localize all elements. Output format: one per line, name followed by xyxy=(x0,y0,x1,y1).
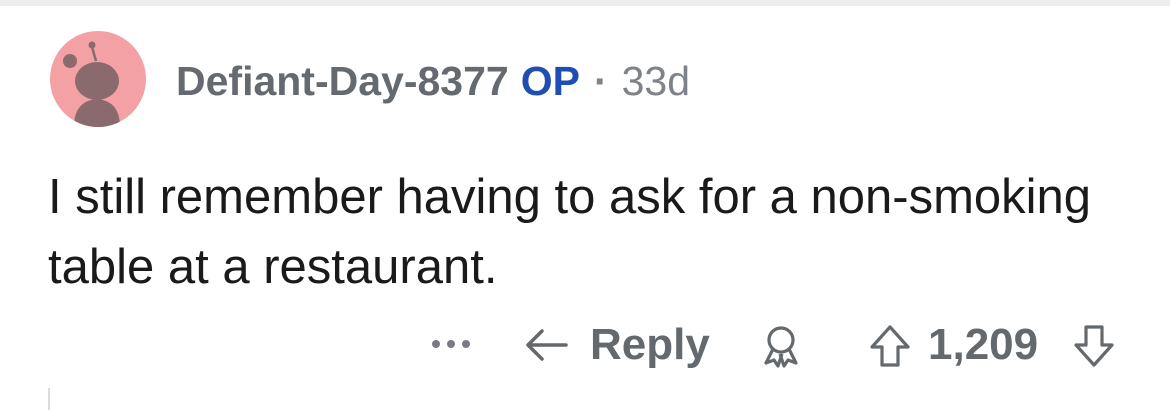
username[interactable]: Defiant-Day-8377 xyxy=(176,56,509,106)
avatar[interactable] xyxy=(50,31,146,127)
comment-actions: Reply 1,209 xyxy=(0,318,1170,372)
comment-body: I still remember having to ask for a non… xyxy=(48,170,1092,294)
thread-line xyxy=(48,388,50,410)
award-icon[interactable] xyxy=(758,323,804,369)
reply-arrow-icon xyxy=(526,329,568,361)
separator-dot: · xyxy=(593,58,608,104)
comment-age: 33d xyxy=(621,58,691,104)
op-badge: OP xyxy=(520,58,580,104)
comment-header: Defiant-Day-8377 OP · 33d xyxy=(176,56,690,106)
reply-button[interactable]: Reply xyxy=(522,318,710,372)
more-options-ellipsis-icon[interactable] xyxy=(428,332,474,356)
upvote-arrow-icon[interactable] xyxy=(868,323,912,369)
comment-page: Defiant-Day-8377 OP · 33d I still rememb… xyxy=(0,0,1170,410)
downvote-arrow-icon[interactable] xyxy=(1072,323,1116,369)
top-divider xyxy=(0,0,1170,6)
vote-score: 1,209 xyxy=(928,320,1039,369)
reply-label: Reply xyxy=(590,320,710,369)
